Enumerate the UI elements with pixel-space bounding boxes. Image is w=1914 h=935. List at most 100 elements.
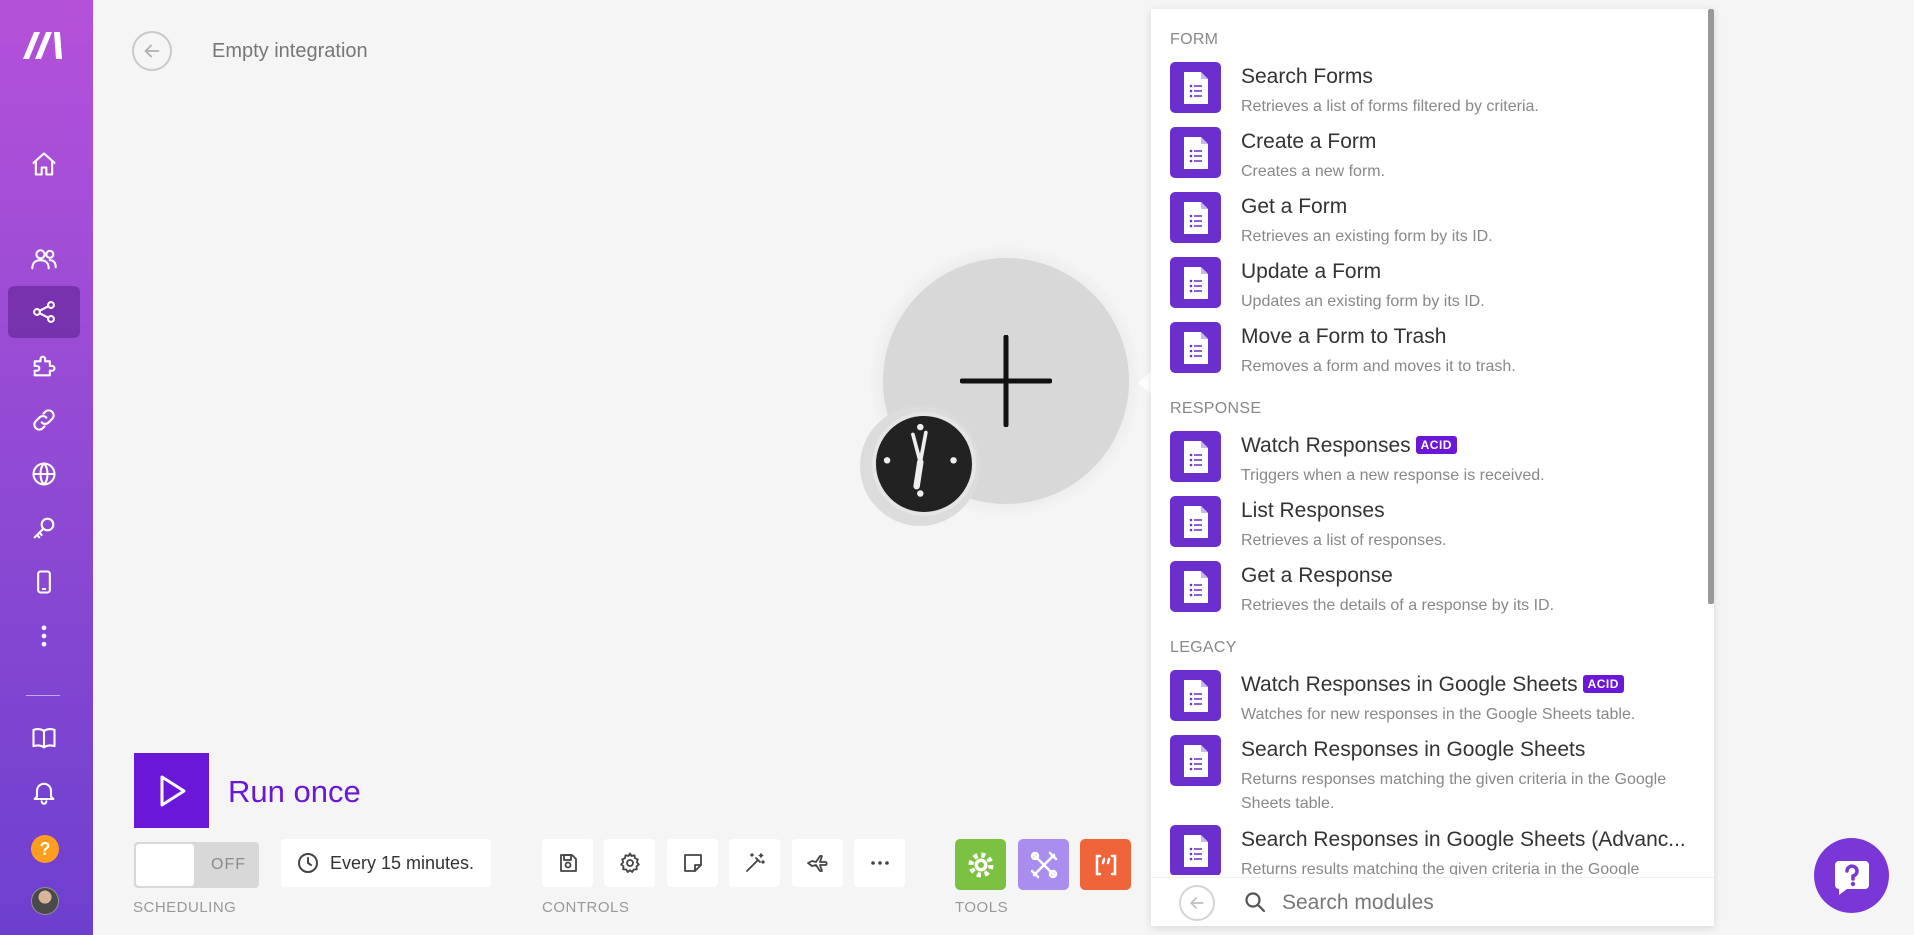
module-item-get-response[interactable]: Get a Response Retrieves the details of … — [1151, 561, 1707, 623]
sidebar: ? — [0, 0, 93, 935]
google-forms-icon — [1170, 670, 1221, 721]
search-icon — [1243, 890, 1267, 914]
explain-flow-button[interactable] — [792, 839, 843, 887]
notes-button[interactable] — [667, 839, 718, 887]
sidebar-item-docs[interactable] — [8, 712, 80, 764]
schedule-interval-button[interactable]: Every 15 minutes. — [281, 839, 491, 887]
save-icon — [559, 854, 577, 872]
help-icon[interactable]: ? — [31, 835, 59, 863]
book-icon — [32, 728, 56, 749]
module-item-move-form-to-trash[interactable]: Move a Form to Trash Removes a form and … — [1151, 322, 1707, 384]
google-forms-icon — [1170, 496, 1221, 547]
sidebar-item-apps[interactable] — [8, 340, 80, 392]
sidebar-item-devices[interactable] — [8, 556, 80, 608]
module-name: Search Responses in Google Sheets — [1241, 738, 1586, 761]
module-list[interactable]: FORM Search Forms Retrieves a list of fo… — [1151, 9, 1714, 875]
module-description: Creates a new form. — [1241, 163, 1386, 180]
help-chat-button[interactable] — [1814, 838, 1889, 913]
sidebar-item-notifications[interactable] — [8, 766, 80, 818]
module-item-update-form[interactable]: Update a Form Updates an existing form b… — [1151, 257, 1707, 319]
flow-control-button[interactable] — [1018, 839, 1069, 890]
run-once-button[interactable] — [134, 753, 209, 828]
module-name: Create a Form — [1241, 130, 1377, 153]
more-controls-button[interactable] — [854, 839, 905, 887]
text-parser-button[interactable] — [1080, 839, 1131, 890]
module-name: Update a Form — [1241, 260, 1382, 283]
scheduling-toggle[interactable]: OFF — [134, 842, 259, 888]
share-nodes-icon — [33, 301, 55, 323]
arrow-left-icon — [1190, 897, 1204, 909]
tools-gear-icon — [968, 852, 993, 877]
module-item-watch-responses[interactable]: Watch Responses ACID Triggers when a new … — [1151, 431, 1707, 493]
sidebar-item-scenarios[interactable] — [8, 286, 80, 338]
module-item-watch-responses-sheets[interactable]: Watch Responses in Google Sheets ACID Wat… — [1151, 670, 1707, 732]
module-item-get-form[interactable]: Get a Form Retrieves an existing form by… — [1151, 192, 1707, 254]
json-bracket-icon — [1095, 854, 1116, 875]
back-button[interactable] — [132, 31, 172, 71]
google-forms-icon — [1170, 62, 1221, 113]
module-item-search-responses-sheets-advanced[interactable]: Search Responses in Google Sheets (Advan… — [1151, 825, 1707, 875]
scheduling-section-label: SCHEDULING — [133, 899, 237, 916]
google-forms-icon — [1170, 322, 1221, 373]
panel-scrollbar[interactable] — [1708, 9, 1714, 604]
make-logo[interactable] — [20, 26, 68, 62]
save-button[interactable] — [542, 839, 593, 887]
settings-button[interactable] — [604, 839, 655, 887]
module-item-list-responses[interactable]: List Responses Retrieves a list of respo… — [1151, 496, 1707, 558]
arrow-left-icon — [144, 44, 160, 58]
google-forms-icon — [1170, 825, 1221, 875]
module-name: Watch Responses in Google Sheets ACID — [1241, 673, 1624, 697]
google-forms-icon — [1170, 431, 1221, 482]
avatar[interactable] — [31, 887, 59, 915]
search-modules-input[interactable] — [1282, 885, 1692, 921]
module-item-search-responses-sheets[interactable]: Search Responses in Google Sheets Return… — [1151, 735, 1707, 819]
module-name: List Responses — [1241, 499, 1385, 522]
chat-help-icon — [1834, 860, 1869, 895]
sidebar-item-team[interactable] — [8, 233, 80, 285]
module-name: Get a Form — [1241, 195, 1348, 218]
more-horizontal-icon — [870, 861, 889, 865]
sidebar-item-home[interactable] — [8, 138, 80, 190]
module-description: Returns results matching the given crite… — [1241, 861, 1640, 875]
puzzle-icon — [33, 355, 56, 377]
controls-section-label: CONTROLS — [542, 899, 630, 916]
gear-icon — [619, 852, 640, 873]
sidebar-item-connections[interactable] — [8, 394, 80, 446]
key-icon — [33, 517, 55, 539]
module-name: Move a Form to Trash — [1241, 325, 1447, 348]
sidebar-item-webhooks[interactable] — [8, 448, 80, 500]
module-description: Watches for new responses in the Google … — [1241, 706, 1636, 723]
auto-align-button[interactable] — [729, 839, 780, 887]
acid-badge: ACID — [1582, 675, 1624, 693]
toggle-state-label: OFF — [211, 856, 246, 873]
panel-footer — [1151, 877, 1714, 926]
mobile-icon — [37, 570, 51, 594]
globe-icon — [32, 462, 56, 486]
module-description: Retrieves a list of responses. — [1241, 532, 1447, 549]
google-forms-icon — [1170, 561, 1221, 612]
module-item-create-form[interactable]: Create a Form Creates a new form. — [1151, 127, 1707, 189]
panel-pointer — [1138, 371, 1152, 395]
plus-icon — [960, 335, 1052, 427]
tools-section-label: TOOLS — [955, 899, 1009, 916]
panel-back-button[interactable] — [1179, 885, 1215, 921]
module-name: Watch Responses ACID — [1241, 434, 1457, 458]
run-once-label[interactable]: Run once — [228, 774, 361, 810]
google-forms-icon — [1170, 127, 1221, 178]
module-name: Get a Response — [1241, 564, 1393, 587]
scenario-title[interactable]: Empty integration — [212, 40, 368, 63]
sidebar-item-keys[interactable] — [8, 502, 80, 554]
magic-wand-icon — [745, 853, 765, 872]
toggle-knob — [136, 844, 194, 886]
module-description: Triggers when a new response is received… — [1241, 467, 1545, 484]
google-forms-icon — [1170, 735, 1221, 786]
module-item-search-forms[interactable]: Search Forms Retrieves a list of forms f… — [1151, 62, 1707, 124]
tools-button[interactable] — [955, 839, 1006, 890]
module-description: Retrieves the details of a response by i… — [1241, 597, 1555, 614]
sidebar-item-more[interactable] — [8, 610, 80, 662]
schedule-interval-text: Every 15 minutes. — [330, 852, 475, 873]
module-description: Retrieves a list of forms filtered by cr… — [1241, 98, 1539, 115]
sidebar-divider — [26, 695, 60, 696]
module-name-text: Watch Responses — [1241, 434, 1411, 457]
play-icon — [160, 775, 185, 806]
